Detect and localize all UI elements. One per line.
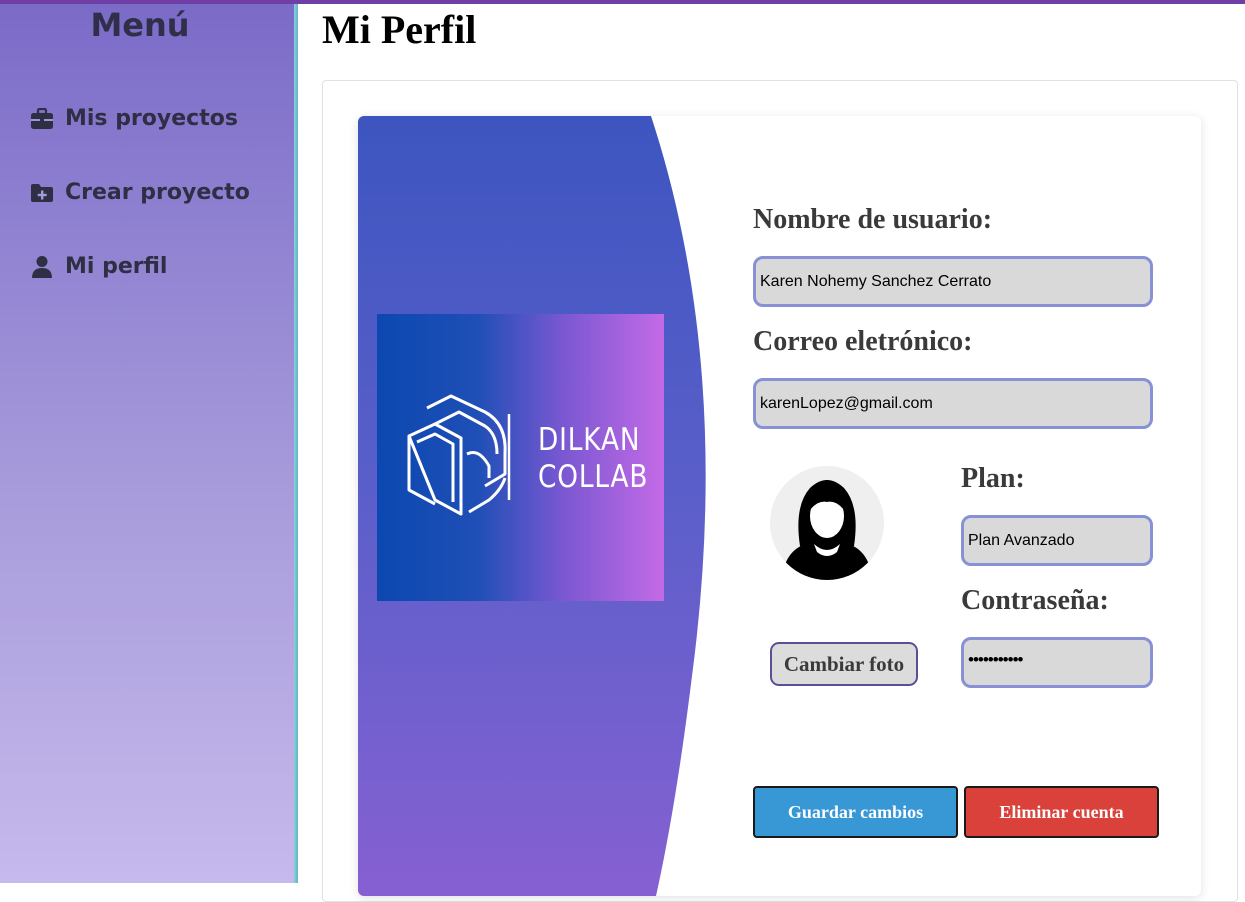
sidebar-item-label: Crear proyecto bbox=[65, 180, 250, 205]
menu-title: Menú bbox=[90, 6, 190, 44]
sidebar-item-label: Mi perfil bbox=[65, 254, 168, 279]
password-field[interactable]: ••••••••••• bbox=[961, 637, 1153, 688]
plan-field[interactable]: Plan Avanzado bbox=[961, 515, 1153, 566]
avatar bbox=[770, 466, 884, 580]
save-button[interactable]: Guardar cambios bbox=[753, 786, 958, 838]
username-field[interactable]: Karen Nohemy Sanchez Cerrato bbox=[753, 256, 1153, 307]
woman-avatar-icon bbox=[782, 480, 872, 580]
sidebar: Menú Mis proyectos Crear proyecto Mi per… bbox=[0, 4, 294, 883]
sidebar-item-label: Mis proyectos bbox=[65, 106, 238, 131]
sidebar-divider bbox=[294, 4, 298, 883]
briefcase-icon bbox=[30, 107, 54, 131]
brand-line-2: COLLAB bbox=[538, 459, 649, 495]
username-label: Nombre de usuario: bbox=[753, 204, 993, 235]
sidebar-item-crear-proyecto[interactable]: Crear proyecto bbox=[30, 180, 250, 205]
brand-name: DILKAN COLLAB bbox=[538, 422, 648, 496]
sidebar-item-mi-perfil[interactable]: Mi perfil bbox=[30, 254, 167, 279]
password-label: Contraseña: bbox=[961, 585, 1109, 616]
delete-account-button[interactable]: Eliminar cuenta bbox=[964, 786, 1159, 838]
page-title: Mi Perfil bbox=[322, 7, 477, 52]
sidebar-item-mis-proyectos[interactable]: Mis proyectos bbox=[30, 106, 238, 131]
email-field[interactable]: karenLopez@gmail.com bbox=[753, 378, 1153, 429]
change-photo-button[interactable]: Cambiar foto bbox=[770, 642, 918, 686]
logo-mark-icon bbox=[407, 394, 511, 516]
user-icon bbox=[30, 255, 54, 279]
plan-label: Plan: bbox=[961, 463, 1025, 494]
brand-line-1: DILKAN bbox=[538, 422, 641, 458]
brand-logo: DILKAN COLLAB bbox=[377, 314, 664, 601]
folder-plus-icon bbox=[30, 181, 54, 205]
email-label: Correo eletrónico: bbox=[753, 326, 973, 357]
